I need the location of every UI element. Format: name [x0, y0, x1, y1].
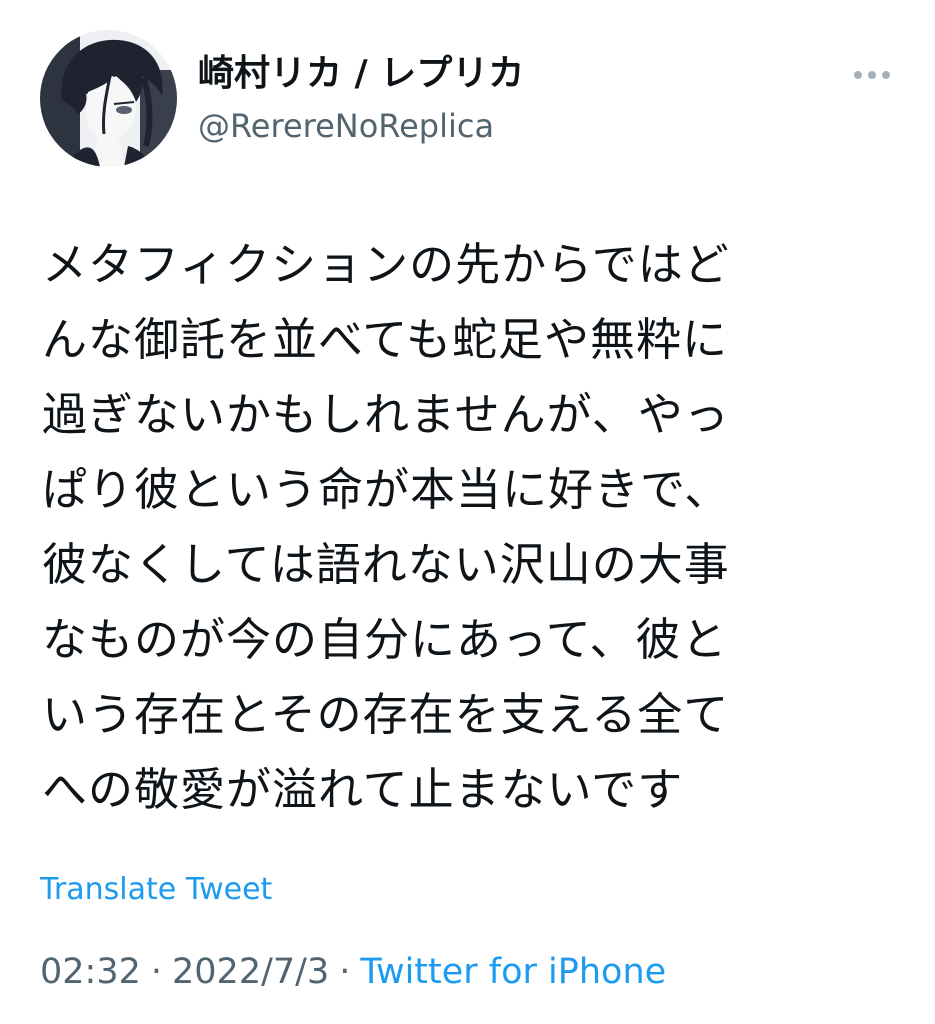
avatar-illustration: [40, 30, 177, 167]
tweet-text-line: 彼なくしては語れない沢山の大事: [42, 538, 730, 591]
avatar[interactable]: [40, 30, 177, 167]
tweet-text-line: いう存在とその存在を支える全て: [42, 688, 730, 741]
meta-separator: ·: [339, 952, 351, 992]
tweet-text-line: なものが今の自分にあって、彼と: [42, 613, 728, 666]
more-options-button[interactable]: [848, 58, 896, 92]
meta-separator: ·: [150, 952, 163, 992]
author-handle[interactable]: @RerereNoReplica: [198, 104, 494, 148]
tweet-source-link[interactable]: Twitter for iPhone: [360, 952, 666, 992]
tweet-text-line: ぱり彼という命が本当に好きで、: [42, 463, 731, 516]
author-display-name[interactable]: 崎村リカ / レプリカ: [198, 50, 524, 98]
tweet-detail: 崎村リカ / レプリカ @RerereNoReplica メタフィクションの先か…: [0, 0, 935, 1024]
tweet-text: メタフィクションの先からではど んな御託を並べても蛇足や無粋に 過ぎないかもしれ…: [42, 227, 902, 827]
translate-tweet-link[interactable]: Translate Tweet: [40, 868, 272, 912]
tweet-date[interactable]: 2022/7/3: [172, 952, 329, 992]
tweet-time[interactable]: 02:32: [40, 952, 141, 992]
tweet-metadata: 02:32 · 2022/7/3 · Twitter for iPhone: [40, 948, 666, 996]
more-options-icon: [854, 71, 890, 79]
tweet-text-line: んな御託を並べても蛇足や無粋に: [42, 313, 728, 366]
tweet-text-line: 過ぎないかもしれませんが、やっ: [42, 388, 730, 441]
tweet-text-line: メタフィクションの先からではど: [42, 238, 730, 291]
tweet-text-line: への敬愛が溢れて止まないです: [42, 763, 684, 816]
